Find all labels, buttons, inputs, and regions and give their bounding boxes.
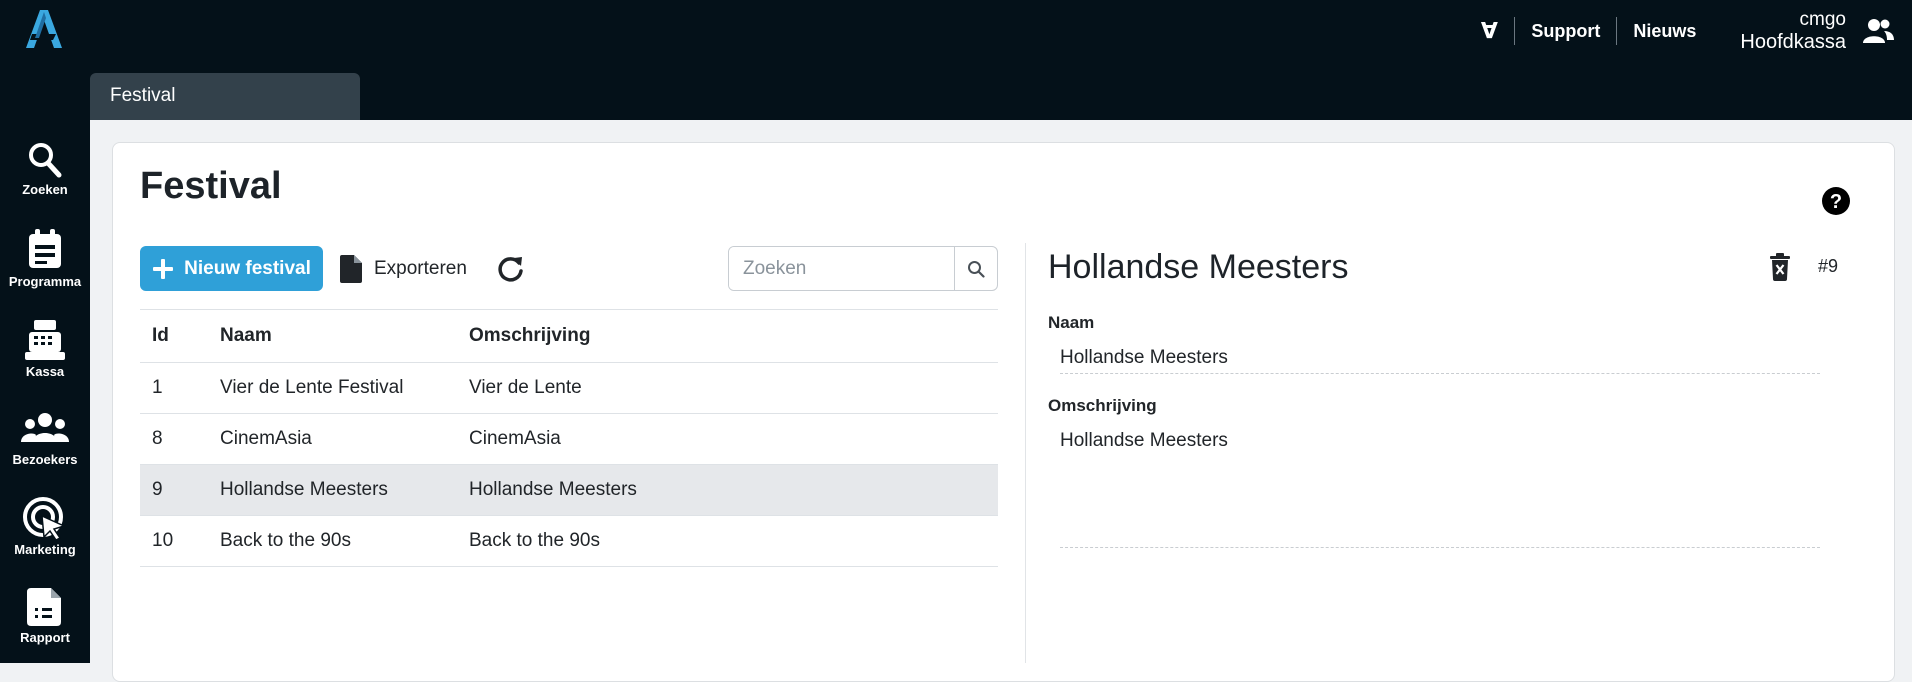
cash-register-icon	[25, 320, 65, 360]
cell-omschrijving: Vier de Lente	[457, 362, 998, 414]
sidebar-item-bezoekers[interactable]: Bezoekers	[0, 410, 90, 467]
top-links: ∀ Support Nieuws cmgo Hoofdkassa	[1464, 0, 1912, 62]
column-header-naam[interactable]: Naam	[208, 309, 457, 363]
file-icon	[340, 255, 362, 283]
sidebar-item-label: Bezoekers	[12, 452, 78, 467]
target-icon	[23, 497, 67, 540]
cell-naam: Vier de Lente Festival	[208, 362, 457, 414]
support-link[interactable]: Support	[1515, 21, 1616, 42]
column-header-id[interactable]: Id	[140, 309, 208, 363]
search-button[interactable]	[954, 247, 997, 290]
detail-id: #9	[1818, 256, 1839, 276]
search-icon	[968, 260, 985, 278]
search-input[interactable]	[729, 247, 954, 290]
search-icon	[29, 143, 62, 178]
column-header-omschrijving[interactable]: Omschrijving	[457, 309, 998, 363]
cell-omschrijving: Back to the 90s	[457, 515, 998, 567]
svg-text:?: ?	[1830, 191, 1842, 213]
naam-label: Naam	[1048, 313, 1095, 332]
refresh-icon[interactable]	[495, 254, 525, 284]
naam-field[interactable]: Hollandse Meesters	[1060, 347, 1820, 374]
sidebar: Zoeken Programma Kassa Bezoekers Marketi…	[0, 120, 90, 663]
sidebar-item-label: Zoeken	[22, 182, 68, 197]
user-store: Hoofdkassa	[1740, 31, 1846, 53]
sidebar-item-zoeken[interactable]: Zoeken	[0, 140, 90, 197]
cell-omschrijving: CinemAsia	[457, 413, 998, 465]
table-header-row: Id Naam Omschrijving	[140, 309, 998, 363]
table-row-selected[interactable]: 9 Hollandse Meesters Hollandse Meesters	[140, 464, 998, 516]
page-title: Festival	[140, 165, 282, 207]
cell-id: 9	[140, 464, 208, 516]
user-info[interactable]: cmgo Hoofdkassa	[1740, 8, 1846, 54]
export-label: Exporteren	[374, 258, 467, 279]
new-festival-label: Nieuw festival	[184, 257, 311, 279]
sidebar-item-label: Marketing	[14, 542, 76, 557]
cell-naam: CinemAsia	[208, 413, 457, 465]
news-link[interactable]: Nieuws	[1617, 21, 1712, 42]
festival-table: Id Naam Omschrijving 1 Vier de Lente Fes…	[140, 309, 998, 567]
table-row[interactable]: 8 CinemAsia CinemAsia	[140, 413, 998, 465]
cell-id: 10	[140, 515, 208, 567]
app-logo[interactable]	[22, 8, 66, 50]
cell-id: 8	[140, 413, 208, 465]
search-box	[728, 246, 998, 291]
export-button[interactable]: Exporteren	[340, 252, 467, 286]
new-festival-button[interactable]: Nieuw festival	[140, 246, 323, 291]
table-row[interactable]: 1 Vier de Lente Festival Vier de Lente	[140, 362, 998, 414]
cell-naam: Hollandse Meesters	[208, 464, 457, 516]
omschrijving-field[interactable]: Hollandse Meesters	[1060, 430, 1820, 548]
cell-naam: Back to the 90s	[208, 515, 457, 567]
omschrijving-label: Omschrijving	[1048, 396, 1157, 415]
sidebar-item-kassa[interactable]: Kassa	[0, 318, 90, 379]
sidebar-item-rapport[interactable]: Rapport	[0, 586, 90, 645]
users-icon	[21, 413, 69, 442]
sidebar-item-programma[interactable]: Programma	[0, 228, 90, 289]
filter-toggle[interactable]: ∀	[1464, 18, 1514, 44]
help-icon[interactable]: ?	[1821, 186, 1851, 216]
cell-omschrijving: Hollandse Meesters	[457, 464, 998, 516]
report-icon	[27, 588, 61, 626]
calendar-icon	[29, 229, 61, 268]
cell-id: 1	[140, 362, 208, 414]
user-group-icon[interactable]	[1860, 13, 1896, 49]
sidebar-item-label: Rapport	[20, 630, 70, 645]
tab-festival[interactable]: Festival	[90, 73, 360, 120]
delete-icon[interactable]	[1768, 253, 1792, 281]
sidebar-item-label: Kassa	[25, 364, 65, 379]
table-row[interactable]: 10 Back to the 90s Back to the 90s	[140, 515, 998, 567]
user-name: cmgo	[1799, 9, 1846, 30]
sidebar-item-marketing[interactable]: Marketing	[0, 496, 90, 557]
panel-divider	[1025, 243, 1026, 663]
sidebar-item-label: Programma	[8, 274, 82, 289]
detail-title: Hollandse Meesters	[1048, 248, 1349, 286]
plus-icon	[153, 258, 174, 279]
